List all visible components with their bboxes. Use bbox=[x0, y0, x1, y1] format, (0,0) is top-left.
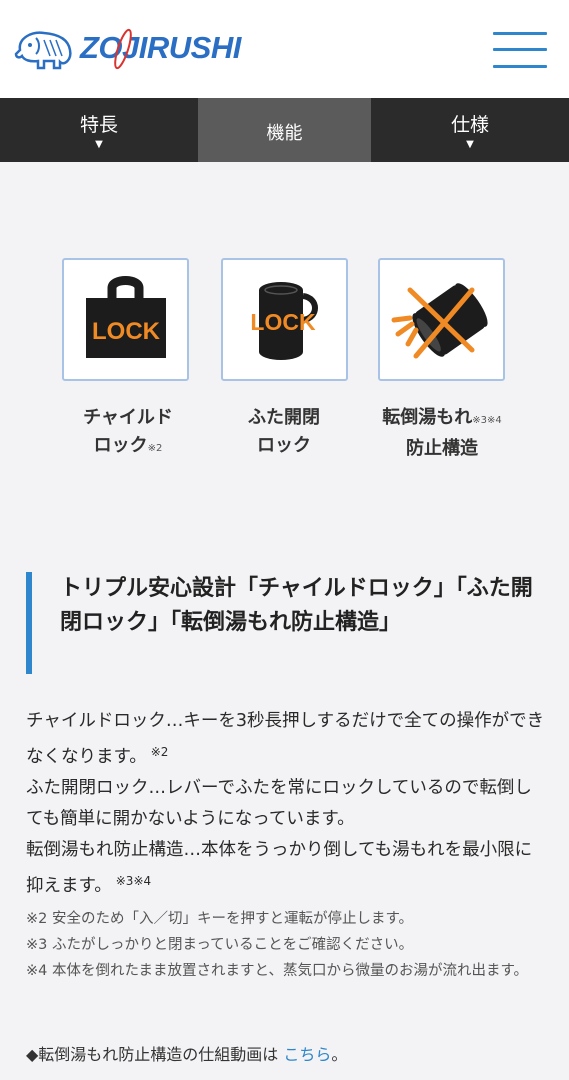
child-lock-label: チャイルド ロック※2 bbox=[48, 404, 208, 463]
spill-guard-label: 転倒湯もれ※3※4 防止構造 bbox=[362, 404, 522, 463]
brand-wordmark: ZOJIRUSHI bbox=[80, 30, 241, 65]
padlock-lock-icon: LOCK bbox=[86, 276, 166, 358]
child-lock-description-text: チャイルドロック…キーを3秒長押しするだけで全ての操作ができなくなります。 bbox=[26, 711, 545, 767]
spill-guard-label-line2: 防止構造 bbox=[406, 438, 478, 459]
tab-features[interactable]: 特長 ▼ bbox=[0, 98, 198, 162]
hamburger-menu-button[interactable] bbox=[493, 28, 547, 72]
child-lock-label-line2: ロック bbox=[93, 435, 148, 456]
video-link-line: ◆転倒湯もれ防止構造の仕組動画は こちら。 bbox=[26, 1040, 546, 1070]
site-header: ZOJIRUSHI bbox=[0, 0, 569, 98]
tab-specs[interactable]: 仕様 ▼ bbox=[371, 98, 569, 162]
video-link-prefix: ◆転倒湯もれ防止構造の仕組動画は bbox=[26, 1045, 284, 1064]
video-link[interactable]: こちら bbox=[283, 1045, 331, 1064]
lid-lock-icon-text: LOCK bbox=[250, 309, 316, 335]
spill-guard-label-line1: 転倒湯もれ bbox=[382, 407, 473, 428]
zojirushi-logo[interactable]: ZOJIRUSHI bbox=[14, 26, 241, 76]
spill-guard-description-text: 転倒湯もれ防止構造…本体をうっかり倒しても湯もれを最小限に抑えます。 bbox=[26, 840, 533, 896]
hamburger-icon-bar-middle bbox=[493, 48, 547, 51]
tab-specs-label: 仕様 bbox=[450, 114, 489, 136]
child-lock-card: LOCK bbox=[62, 258, 189, 381]
lid-lock-description-text: ふた開閉ロック…レバーでふたを常にロックしているので転倒しても簡単に開かないよう… bbox=[26, 778, 532, 829]
child-lock-description: チャイルドロック…キーを3秒長押しするだけで全ての操作ができなくなります。 ※2 bbox=[26, 706, 546, 773]
footnote-2: ※2 安全のため「入／切」キーを押すと運転が停止します。 bbox=[26, 911, 414, 927]
tab-functions-label: 機能 bbox=[266, 123, 303, 144]
spill-guard-note: ※3※4 bbox=[472, 415, 502, 426]
hamburger-icon-bar-top bbox=[493, 32, 547, 35]
chevron-down-icon: ▼ bbox=[95, 139, 103, 150]
hamburger-icon-bar-bottom bbox=[493, 65, 547, 68]
spill-guard-card bbox=[378, 258, 505, 381]
logo-ring-icon bbox=[114, 28, 132, 70]
footnote-4: ※4 本体を倒れたまま放置されますと、蒸気口から微量のお湯が流れ出ます。 bbox=[26, 963, 529, 979]
tab-functions[interactable]: 機能 bbox=[198, 98, 371, 162]
elephant-icon bbox=[14, 31, 72, 70]
footnote-3: ※3 ふたがしっかりと閉まっていることをご確認ください。 bbox=[26, 937, 414, 953]
lid-lock-label-line2: ロック bbox=[257, 435, 311, 456]
lid-lock-label: ふた開閉 ロック bbox=[204, 404, 364, 460]
tab-features-label: 特長 bbox=[79, 114, 118, 136]
lid-lock-description: ふた開閉ロック…レバーでふたを常にロックしているので転倒しても簡単に開かないよう… bbox=[26, 773, 546, 835]
child-lock-note: ※2 bbox=[147, 443, 163, 454]
section-tabs: 特長 ▼ 機能 仕様 ▼ bbox=[0, 98, 569, 162]
child-lock-icon-text: LOCK bbox=[92, 318, 161, 345]
footnotes: ※2 安全のため「入／切」キーを押すと運転が停止します。 ※3 ふたがしっかりと… bbox=[26, 906, 546, 984]
child-lock-label-line1: チャイルド bbox=[83, 407, 173, 428]
lid-lock-icon: LOCK bbox=[250, 282, 318, 360]
feature-icon-row: LOCK チャイルド ロック※2 LOCK ふた開閉 ロック 転倒湯もれ※3※4… bbox=[0, 258, 569, 468]
footnote-ref: ※2 bbox=[150, 745, 169, 759]
chevron-down-icon: ▼ bbox=[466, 139, 474, 150]
video-link-suffix: 。 bbox=[331, 1045, 348, 1064]
lid-lock-label-line1: ふた開閉 bbox=[248, 407, 320, 428]
spill-guard-description: 転倒湯もれ防止構造…本体をうっかり倒しても湯もれを最小限に抑えます。 ※3※4 bbox=[26, 835, 546, 902]
tip-over-spill-icon bbox=[391, 283, 488, 359]
lid-lock-card: LOCK bbox=[221, 258, 348, 381]
section-body: チャイルドロック…キーを3秒長押しするだけで全ての操作ができなくなります。 ※2 … bbox=[26, 706, 546, 902]
footnote-ref: ※3※4 bbox=[115, 874, 152, 888]
section-heading: トリプル安心設計「チャイルドロック」「ふた開閉ロック」「転倒湯もれ防止構造」 bbox=[26, 572, 546, 674]
